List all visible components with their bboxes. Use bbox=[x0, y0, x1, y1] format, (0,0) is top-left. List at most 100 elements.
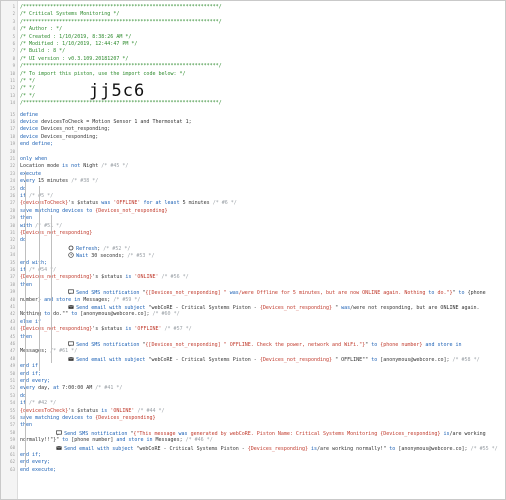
sms-icon bbox=[56, 430, 62, 436]
code-line: then bbox=[20, 422, 33, 429]
code-line: end if; bbox=[20, 452, 42, 458]
code-line: if /* #42 */ bbox=[20, 400, 57, 407]
line-number: 22 bbox=[10, 163, 15, 169]
line-number: 56 bbox=[10, 415, 15, 420]
header-line: /***************************************… bbox=[20, 18, 222, 25]
refresh-icon bbox=[68, 245, 74, 251]
line-number: 8 bbox=[12, 55, 15, 61]
line-number: 60 bbox=[10, 444, 15, 450]
line-number: 3 bbox=[12, 18, 15, 24]
header-line: /* Author : */ bbox=[20, 26, 63, 33]
line-number: 52 bbox=[10, 385, 15, 391]
code-line: Wait 30 seconds; /* #53 */ bbox=[20, 252, 503, 259]
line-number: 32 bbox=[10, 237, 15, 243]
line-number: 59 bbox=[10, 437, 15, 443]
line-number: 27 bbox=[10, 200, 15, 206]
line-number: 61 bbox=[10, 452, 15, 457]
code-line: end every; bbox=[20, 378, 51, 384]
code-line: else if bbox=[20, 318, 42, 325]
line-number: 37 bbox=[10, 274, 15, 280]
line-number: 11 bbox=[10, 78, 15, 83]
code-line: Send email with subject "webCoRE - Criti… bbox=[20, 304, 503, 311]
line-number: 62 bbox=[10, 459, 15, 465]
code-line: execute bbox=[20, 170, 42, 177]
line-number: 31 bbox=[10, 230, 15, 235]
header-line: /***************************************… bbox=[20, 63, 222, 70]
line-number: 15 bbox=[10, 111, 15, 117]
code-line: end if; bbox=[20, 363, 42, 370]
code-line: only when bbox=[20, 156, 48, 162]
header-line: /* Critical Systems Monitoring */ bbox=[20, 11, 120, 18]
code-line: then bbox=[20, 215, 33, 222]
line-number: 24 bbox=[10, 178, 15, 184]
code-line: every day, at 7:00:00 AM /* #41 */ bbox=[20, 385, 123, 392]
code-line: end execute; bbox=[20, 466, 57, 473]
line-number: 38 bbox=[10, 281, 15, 287]
line-number: 12 bbox=[10, 85, 15, 91]
code-line: Send email with subject "webCoRE - Criti… bbox=[20, 356, 503, 363]
line-number: 9 bbox=[12, 63, 15, 69]
code-line: define bbox=[20, 111, 39, 118]
header-line: /* Modified : 1/10/2019, 12:44:47 PM */ bbox=[20, 41, 138, 47]
code-line: Location mode is not Night /* #45 */ bbox=[20, 163, 129, 170]
line-number: 54 bbox=[10, 400, 15, 406]
line-number: 51 bbox=[10, 378, 15, 383]
sms-icon bbox=[68, 289, 75, 295]
indent-guide bbox=[39, 185, 40, 371]
code-line: do bbox=[20, 237, 27, 244]
code-line: device Devices_responding; bbox=[20, 133, 99, 140]
code-line: Send SMS notification "{[Devices_not_res… bbox=[20, 341, 503, 348]
code-line: number} and store in Messages; /* #59 */ bbox=[20, 296, 141, 303]
line-number: 13 bbox=[10, 92, 15, 98]
indent-guide bbox=[25, 385, 26, 460]
code-line: {Devices_not_responding}'s $status is 'O… bbox=[20, 326, 192, 333]
code-line: {devicesToCheck}'s $status is 'ONLINE' /… bbox=[20, 407, 165, 414]
line-number: 1 bbox=[12, 4, 15, 9]
line-number: 41 bbox=[10, 304, 15, 309]
header-line: /***************************************… bbox=[20, 4, 222, 10]
code-line: every 15 minutes /* #38 */ bbox=[20, 178, 99, 185]
indent-guide bbox=[51, 215, 52, 364]
line-number: 40 bbox=[10, 296, 15, 302]
code-line: then bbox=[20, 281, 33, 288]
header-line: /* To import this piston, use the import… bbox=[20, 70, 186, 77]
code-line: with /* #51 */ bbox=[20, 222, 63, 229]
line-number: 53 bbox=[10, 392, 15, 398]
line-number: 16 bbox=[10, 119, 15, 124]
code-line: {Devices_not_responding} bbox=[20, 230, 93, 236]
code-line: device Devices_not_responding; bbox=[20, 126, 111, 133]
line-number: 47 bbox=[10, 348, 15, 354]
line-number: 5 bbox=[12, 33, 15, 39]
line-number: 33 bbox=[10, 244, 15, 250]
line-number: 35 bbox=[10, 259, 15, 265]
header-line: /***************************************… bbox=[20, 100, 222, 107]
code-line: {Devices_not_responding}'s $status is 'O… bbox=[20, 274, 189, 281]
line-number: 6 bbox=[12, 41, 15, 46]
line-number: 42 bbox=[10, 311, 15, 317]
line-number: 19 bbox=[10, 141, 15, 147]
line-number: 2 bbox=[12, 11, 15, 17]
line-number: 46 bbox=[10, 341, 15, 346]
line-number: 43 bbox=[10, 318, 15, 324]
sms-icon bbox=[68, 341, 75, 347]
line-number: 18 bbox=[10, 133, 15, 139]
import-code[interactable]: jj5c6 bbox=[89, 81, 145, 101]
line-number: 14 bbox=[10, 100, 15, 106]
line-number: 21 bbox=[10, 156, 15, 161]
line-number: 48 bbox=[10, 355, 15, 361]
line-number: 39 bbox=[10, 289, 15, 295]
code-line: end with; bbox=[20, 259, 48, 266]
code-line: Send SMS notification "{[Devices_not_res… bbox=[20, 289, 503, 296]
line-number: 20 bbox=[10, 148, 15, 154]
header-line: /* Created : 1/10/2019, 8:38:26 AM */ bbox=[20, 33, 132, 40]
line-number: 10 bbox=[10, 70, 15, 76]
line-number: 25 bbox=[10, 185, 15, 191]
code-line: end if; bbox=[20, 370, 42, 377]
code-line: do bbox=[20, 392, 27, 399]
line-number: 44 bbox=[10, 326, 15, 332]
line-number: 17 bbox=[10, 126, 15, 132]
line-number: 23 bbox=[10, 170, 15, 176]
code-line: save matching devices to {Devices_respon… bbox=[20, 415, 156, 421]
line-number: 50 bbox=[10, 370, 15, 376]
line-number: 49 bbox=[10, 363, 15, 369]
